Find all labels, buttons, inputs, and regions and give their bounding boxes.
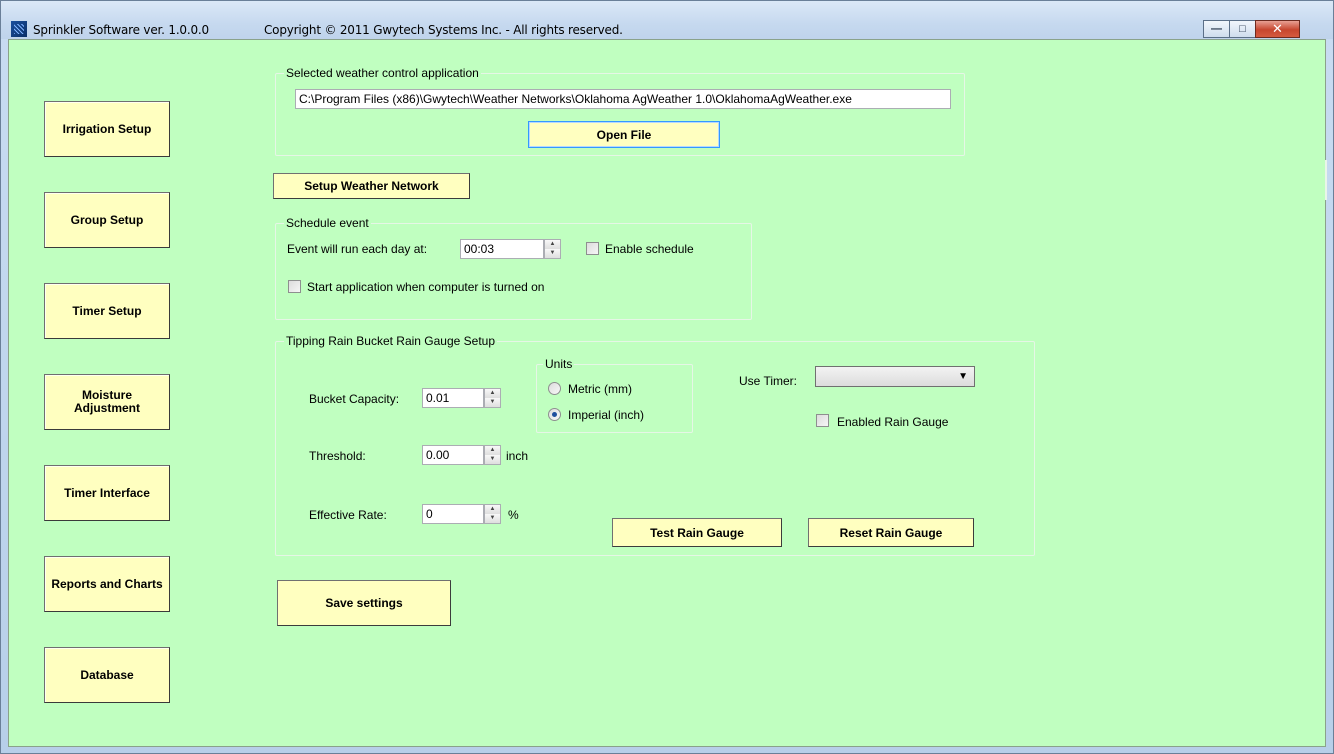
enabled-rain-gauge-checkbox[interactable]: [816, 414, 829, 427]
use-timer-label: Use Timer:: [739, 374, 798, 388]
moisture-adjustment-button[interactable]: Moisture Adjustment: [44, 374, 170, 430]
caption-buttons: — □ ✕: [1203, 20, 1300, 38]
open-file-button[interactable]: Open File: [528, 121, 720, 148]
reset-rain-gauge-button[interactable]: Reset Rain Gauge: [808, 518, 974, 547]
minimize-button[interactable]: —: [1203, 20, 1230, 38]
rain-gauge-group: Tipping Rain Bucket Rain Gauge Setup Buc…: [275, 334, 1035, 556]
timer-setup-button[interactable]: Timer Setup: [44, 283, 170, 339]
enable-schedule-label: Enable schedule: [605, 242, 694, 256]
reports-and-charts-button[interactable]: Reports and Charts: [44, 556, 170, 612]
run-time-spinner[interactable]: ▲ ▼: [544, 239, 561, 259]
maximize-button[interactable]: □: [1229, 20, 1256, 38]
metric-label: Metric (mm): [568, 382, 632, 396]
bucket-capacity-label: Bucket Capacity:: [309, 392, 400, 406]
irrigation-setup-button[interactable]: Irrigation Setup: [44, 101, 170, 157]
maximize-icon: □: [1239, 23, 1246, 35]
spin-down-icon[interactable]: ▼: [485, 514, 500, 523]
threshold-spinner[interactable]: ▲ ▼: [484, 445, 501, 465]
test-rain-gauge-button[interactable]: Test Rain Gauge: [612, 518, 782, 547]
group-setup-button[interactable]: Group Setup: [44, 192, 170, 248]
effective-rate-label: Effective Rate:: [309, 508, 387, 522]
threshold-field[interactable]: 0.00: [422, 445, 484, 465]
app-window: Sprinkler Software ver. 1.0.0.0 Copyrigh…: [0, 0, 1334, 754]
bucket-capacity-spinner[interactable]: ▲ ▼: [484, 388, 501, 408]
start-on-boot-label: Start application when computer is turne…: [307, 280, 545, 294]
start-on-boot-checkbox[interactable]: [288, 280, 301, 293]
effective-rate-field[interactable]: 0: [422, 504, 484, 524]
weather-app-legend: Selected weather control application: [284, 66, 481, 80]
weather-app-path-field[interactable]: C:\Program Files (x86)\Gwytech\Weather N…: [295, 89, 951, 109]
save-settings-button[interactable]: Save settings: [277, 580, 451, 626]
metric-radio[interactable]: [548, 382, 561, 395]
imperial-label: Imperial (inch): [568, 408, 645, 422]
units-group: Units Metric (mm) Imperial (inch): [536, 357, 693, 433]
spin-down-icon[interactable]: ▼: [485, 455, 500, 464]
close-icon: ✕: [1272, 21, 1283, 36]
use-timer-dropdown[interactable]: ▼: [815, 366, 975, 387]
copyright-text: Copyright © 2011 Gwytech Systems Inc. - …: [264, 23, 623, 37]
imperial-radio[interactable]: [548, 408, 561, 421]
threshold-label: Threshold:: [309, 449, 366, 463]
rain-gauge-legend: Tipping Rain Bucket Rain Gauge Setup: [284, 334, 498, 348]
spin-down-icon[interactable]: ▼: [485, 398, 500, 407]
scrollbar-hint: [1325, 160, 1327, 200]
minimize-icon: —: [1211, 23, 1222, 35]
bucket-capacity-field[interactable]: 0.01: [422, 388, 484, 408]
schedule-group: Schedule event Event will run each day a…: [275, 216, 752, 320]
units-legend: Units: [543, 357, 575, 371]
enabled-rain-gauge-label: Enabled Rain Gauge: [837, 415, 949, 429]
app-icon: [11, 21, 27, 37]
database-button[interactable]: Database: [44, 647, 170, 703]
client-area: Irrigation Setup Group Setup Timer Setup…: [8, 39, 1327, 747]
window-title: Sprinkler Software ver. 1.0.0.0: [33, 23, 209, 37]
run-time-field[interactable]: 00:03: [460, 239, 544, 259]
threshold-unit: inch: [506, 449, 529, 463]
enable-schedule-checkbox[interactable]: [586, 242, 599, 255]
spin-down-icon[interactable]: ▼: [545, 249, 560, 258]
timer-interface-button[interactable]: Timer Interface: [44, 465, 170, 521]
close-button[interactable]: ✕: [1255, 20, 1300, 38]
effective-rate-unit: %: [508, 508, 519, 522]
run-time-label: Event will run each day at:: [287, 242, 428, 256]
schedule-legend: Schedule event: [284, 216, 371, 230]
effective-rate-spinner[interactable]: ▲ ▼: [484, 504, 501, 524]
setup-weather-network-button[interactable]: Setup Weather Network: [273, 173, 470, 199]
weather-app-group: Selected weather control application C:\…: [275, 66, 965, 156]
title-bar[interactable]: Sprinkler Software ver. 1.0.0.0 Copyrigh…: [1, 1, 1333, 39]
chevron-down-icon: ▼: [958, 371, 968, 382]
